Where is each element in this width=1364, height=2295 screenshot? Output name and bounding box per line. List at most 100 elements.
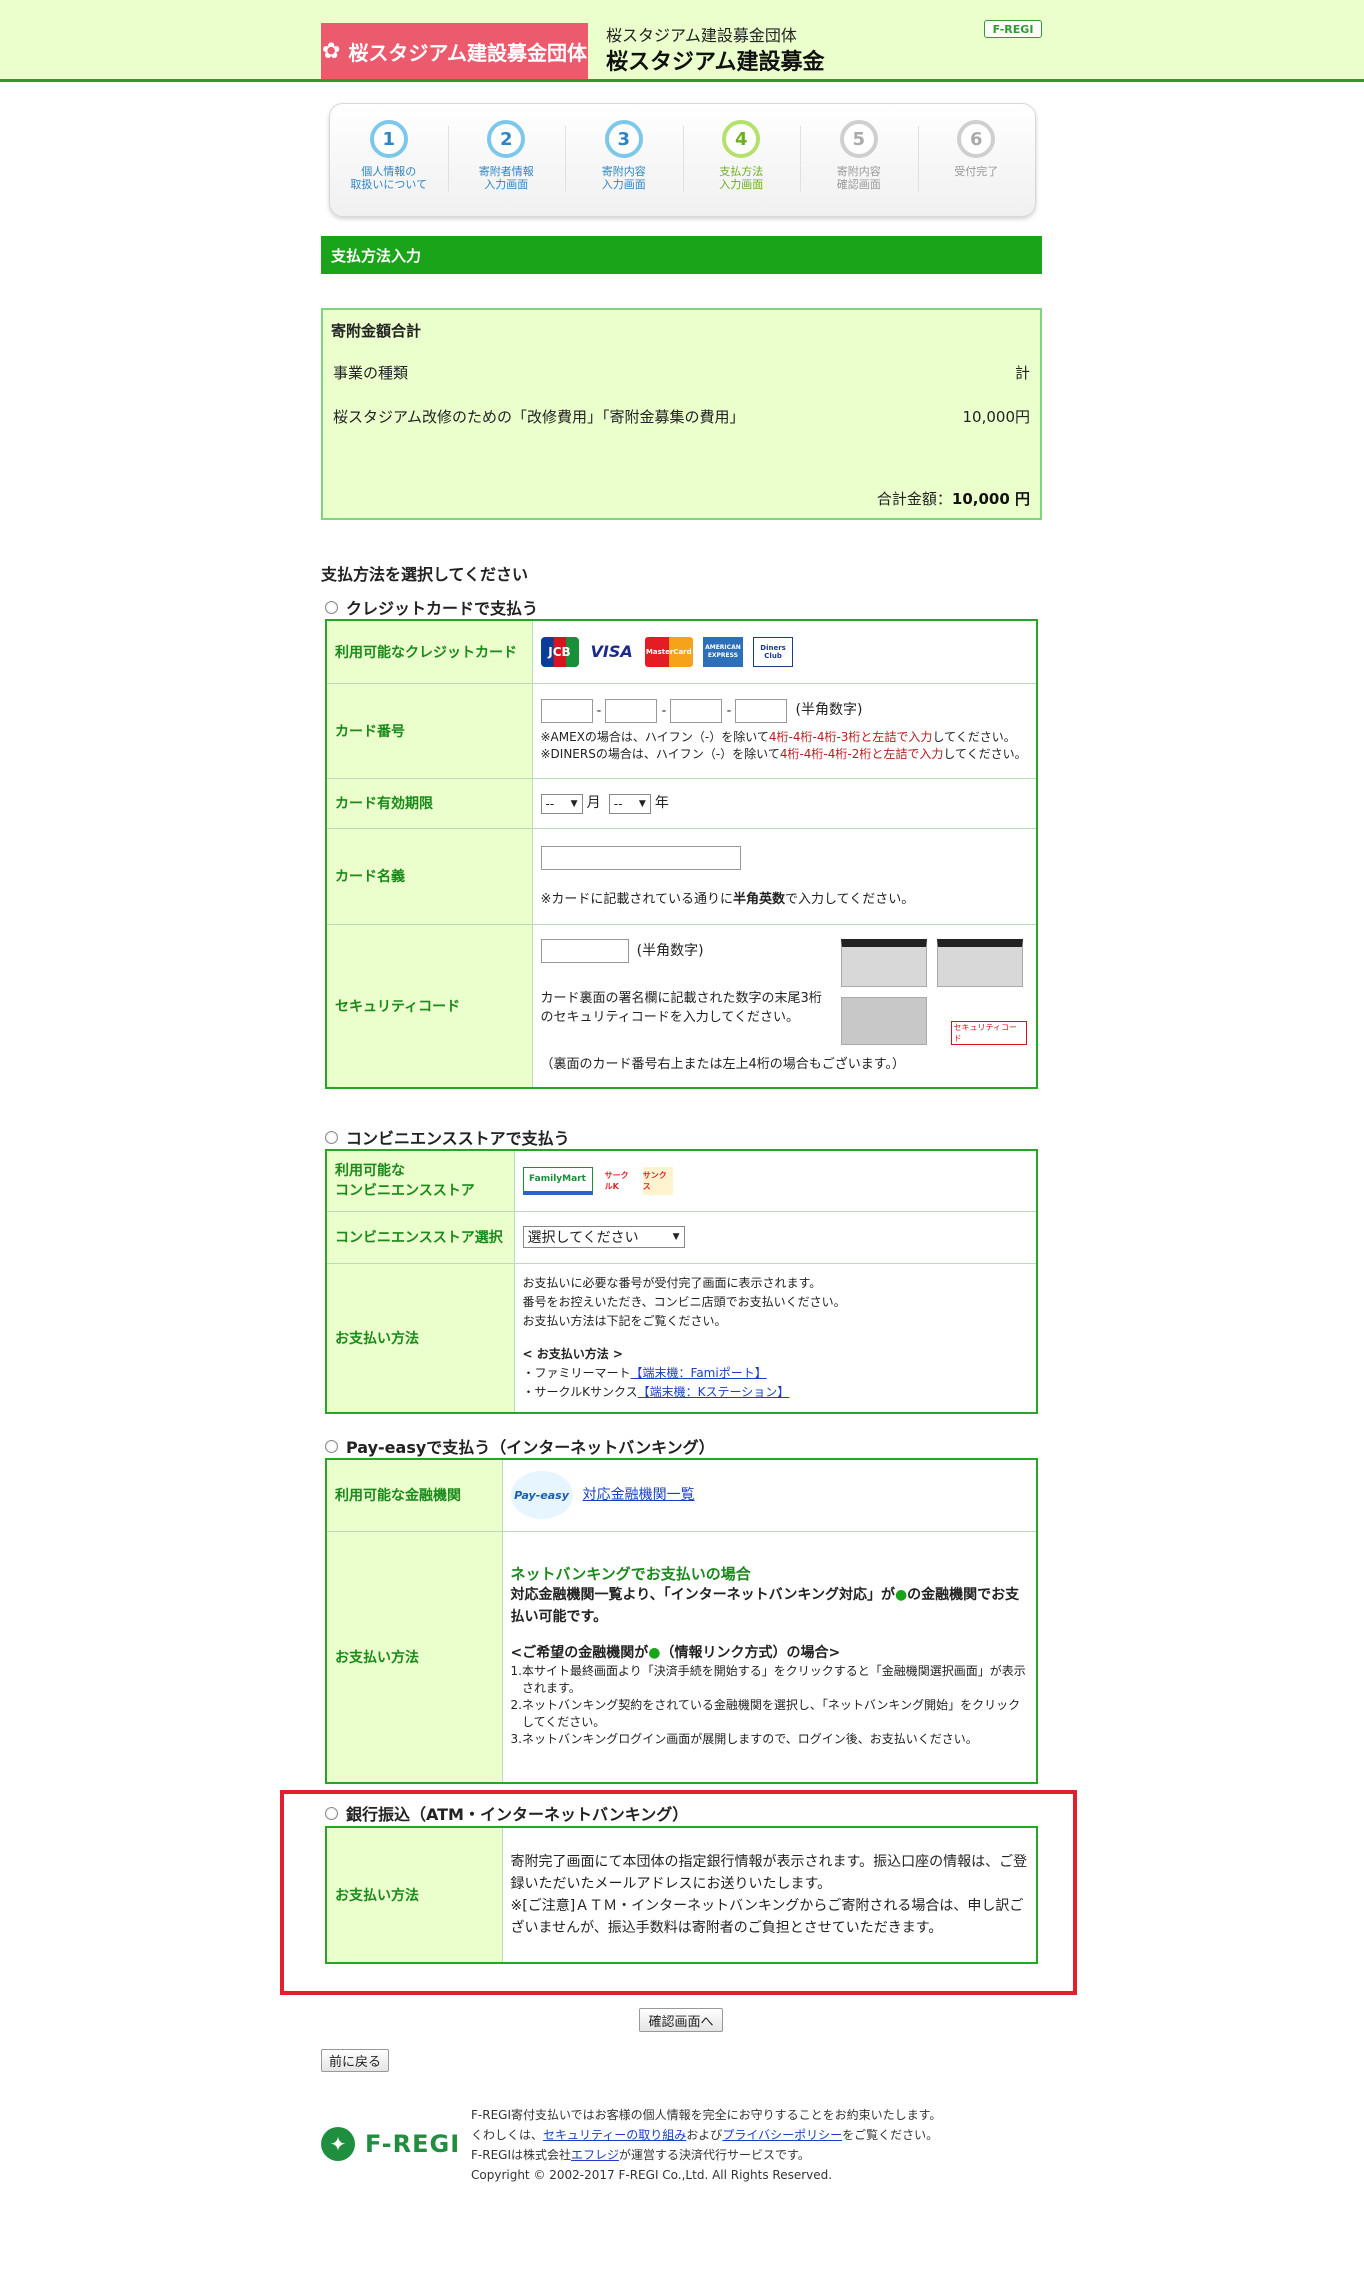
card-number-cell: - - - (半角数字) ※AMEXの場合は、ハイフン（-）を除いて4桁-4桁-…	[531, 682, 1038, 779]
payeasy-step-1: 1. 本サイト最終画面より「決済手続を開始する」をクリックすると「金融機関選択画面…	[511, 1663, 1029, 1697]
circlek-label: ・サークルKサンクス	[522, 1384, 638, 1399]
step-number: 5	[839, 120, 878, 158]
payeasy-table: 利用可能な金融機関 Pay-easy 対応金融機関一覧 お支払い方法 ネットバン…	[325, 1458, 1038, 1784]
payeasy-step-2: 2. ネットバンキング契約をされている金融機関を選択し、「ネットバンキング開始」を…	[511, 1697, 1029, 1731]
expiry-month-value: --	[545, 796, 555, 811]
card-name-cell: ※カードに記載されている通りに半角英数で入力してください。	[531, 827, 1038, 925]
expiry-month-label: 月	[586, 795, 601, 812]
familymart-logo: FamilyMart	[522, 1166, 593, 1195]
amex-note-c: してください。	[932, 729, 1016, 744]
cvs-select[interactable]: 選択してください ▼	[522, 1226, 685, 1248]
bank-desc-2: ※[ご注意]ＡＴＭ・インターネットバンキングからご寄附される場合は、申し訳ござい…	[510, 1898, 1024, 1936]
cvs-select-label: コンビニエンスストア選択	[325, 1210, 515, 1264]
amex-note: ※AMEXの場合は、ハイフン（-）を除いて4桁-4桁-4桁-3桁と左詰で入力して…	[541, 729, 1029, 746]
back-button[interactable]: 前に戻る	[321, 2049, 389, 2072]
pref-heading-b: （情報リンク方式）の場合>	[660, 1645, 841, 1662]
cvs-method-label: お支払い方法	[325, 1262, 515, 1414]
chevron-down-icon: ▼	[570, 798, 578, 809]
diners-note-b: 4桁-4桁-4桁-2桁と左詰で入力	[779, 746, 944, 761]
chevron-down-icon: ▼	[638, 798, 646, 809]
card-number-input-4[interactable]	[735, 698, 788, 723]
mastercard-logo: MasterCard	[644, 636, 693, 667]
step-text: ネットバンキングログイン画面が展開しますので、ログイン後、お支払いください。	[521, 1732, 978, 1747]
step-number: 3	[604, 120, 643, 158]
step-label: 寄附内容 入力画面	[601, 165, 646, 191]
card-number-input-2[interactable]	[605, 698, 658, 723]
bank-list-link[interactable]: 対応金融機関一覧	[583, 1487, 695, 1503]
famima-link[interactable]: 【端末機：Famiポート】	[631, 1366, 767, 1380]
payeasy-option-label: Pay-easyで支払う（インターネットバンキング）	[346, 1438, 715, 1457]
expiry-year-select[interactable]: -- ▼	[608, 793, 651, 814]
card-name-note: ※カードに記載されている通りに半角英数で入力してください。	[541, 888, 1029, 907]
summary-total-value: 10,000 円	[951, 490, 1030, 508]
bank-method-cell: 寄附完了画面にて本団体の指定銀行情報が表示されます。振込口座の情報は、ご登録いた…	[501, 1826, 1038, 1964]
circlek-link[interactable]: 【端末機：Kステーション】	[638, 1385, 790, 1399]
card-name-note-c: で入力してください。	[785, 891, 915, 907]
cvs-radio[interactable]	[325, 1130, 338, 1144]
card-number-input-3[interactable]	[670, 698, 723, 723]
bank-option[interactable]: 銀行振込（ATM・インターネットバンキング）	[325, 1801, 688, 1825]
step-number: 2	[487, 120, 526, 158]
circlek-row: ・サークルKサンクス【端末機：Kステーション】	[523, 1383, 1029, 1402]
privacy-link[interactable]: プライバシーポリシー	[722, 2128, 842, 2142]
step-label: 支払方法 入力画面	[719, 165, 764, 191]
expiry-year-value: --	[613, 796, 623, 811]
cvs-option[interactable]: コンビニエンスストアで支払う	[325, 1125, 570, 1149]
footer-line2-b: および	[686, 2128, 723, 2142]
cvs-logos: FamilyMart サークルK サンクス	[513, 1149, 1038, 1212]
security-code-input[interactable]	[540, 939, 629, 964]
payment-method-heading: 支払方法を選択してください	[321, 565, 529, 584]
bank-desc-1: 寄附完了画面にて本団体の指定銀行情報が表示されます。振込口座の情報は、ご登録いた…	[510, 1854, 1028, 1892]
security-code-desc2: （裏面のカード番号右上または左上4桁の場合もございます。）	[540, 1057, 905, 1073]
bank-radio[interactable]	[325, 1806, 338, 1820]
step-3: 3 寄附内容 入力画面	[565, 104, 683, 216]
expiry-month-select[interactable]: -- ▼	[540, 793, 583, 814]
credit-radio[interactable]	[325, 600, 338, 614]
credit-table: 利用可能なクレジットカード JCB VISA MasterCard AMERIC…	[325, 619, 1038, 1089]
bank-method-label: お支払い方法	[325, 1826, 503, 1964]
amex-logo: AMERICAN EXPRESS	[702, 636, 743, 667]
step-num: 3.	[510, 1732, 522, 1747]
sakura-icon: ✿	[321, 38, 341, 64]
cvs-option-label: コンビニエンスストアで支払う	[346, 1129, 570, 1148]
diners-note-a: ※DINERSの場合は、ハイフン（-）を除いて	[540, 746, 780, 761]
footer: ✦ F-REGI F-REGI寄付支払いではお客様の個人情報を完全にお守りするこ…	[321, 2105, 1042, 2195]
bank-table: お支払い方法 寄附完了画面にて本団体の指定銀行情報が表示されます。振込口座の情報…	[325, 1826, 1038, 1964]
credit-cards-label: 利用可能なクレジットカード	[325, 619, 533, 684]
card-number-input-1[interactable]	[540, 698, 593, 723]
step-label: 寄附内容 確認画面	[836, 165, 881, 191]
chevron-down-icon: ▼	[672, 1232, 680, 1242]
cvs-available-label: 利用可能な コンビニエンスストア	[325, 1149, 515, 1212]
credit-option[interactable]: クレジットカードで支払う	[325, 595, 538, 619]
jcb-logo: JCB	[540, 636, 579, 667]
payeasy-option[interactable]: Pay-easyで支払う（インターネットバンキング）	[325, 1434, 715, 1458]
credit-card-logos: JCB VISA MasterCard AMERICAN EXPRESS Din…	[531, 619, 1038, 684]
payeasy-radio[interactable]	[325, 1439, 338, 1453]
payeasy-logo: Pay-easy	[510, 1471, 573, 1520]
security-link[interactable]: セキュリティーの取り組み	[543, 2128, 686, 2142]
security-code-label: セキュリティコード	[325, 923, 533, 1089]
pref-heading-a: <ご希望の金融機関が	[510, 1645, 649, 1662]
fregi-mark-icon: ✦	[321, 2127, 355, 2161]
famima-row: ・ファミリーマート【端末機：Famiポート】	[523, 1364, 1029, 1383]
fregi-company-link[interactable]: エフレジ	[571, 2148, 619, 2162]
confirm-button[interactable]: 確認画面へ	[639, 2008, 723, 2032]
credit-option-label: クレジットカードで支払う	[346, 599, 539, 618]
card-name-note-a: ※カードに記載されている通りに	[540, 891, 734, 907]
card-number-label: カード番号	[325, 682, 533, 779]
card-number-inputs: - - - (半角数字)	[540, 698, 1029, 723]
footer-line2-a: くわしくは、	[471, 2128, 544, 2142]
step-2: 2 寄附者情報 入力画面	[447, 104, 566, 216]
card-name-input[interactable]	[540, 845, 741, 870]
circlek-logo: サークルK	[604, 1170, 629, 1191]
copyright: Copyright © 2002-2017 F-REGI Co.,Ltd. Al…	[471, 2168, 833, 2182]
page-title: 桜スタジアム建設募金	[606, 50, 825, 75]
payeasy-method-cell: ネットバンキングでお支払いの場合 対応金融機関一覧より、「インターネットバンキン…	[501, 1530, 1038, 1784]
footer-line2-c: をご覧ください。	[842, 2128, 939, 2142]
summary-item-amount: 10,000円	[962, 408, 1031, 426]
step-num: 1.	[510, 1664, 522, 1679]
footer-line3: F-REGIは株式会社エフレジが運営する決済代行サービスです。	[471, 2145, 941, 2165]
organization-logo[interactable]: ✿ 桜スタジアム建設募金団体	[321, 23, 588, 79]
step-number: 6	[957, 120, 996, 158]
fregi-badge: F-REGI	[984, 20, 1042, 38]
